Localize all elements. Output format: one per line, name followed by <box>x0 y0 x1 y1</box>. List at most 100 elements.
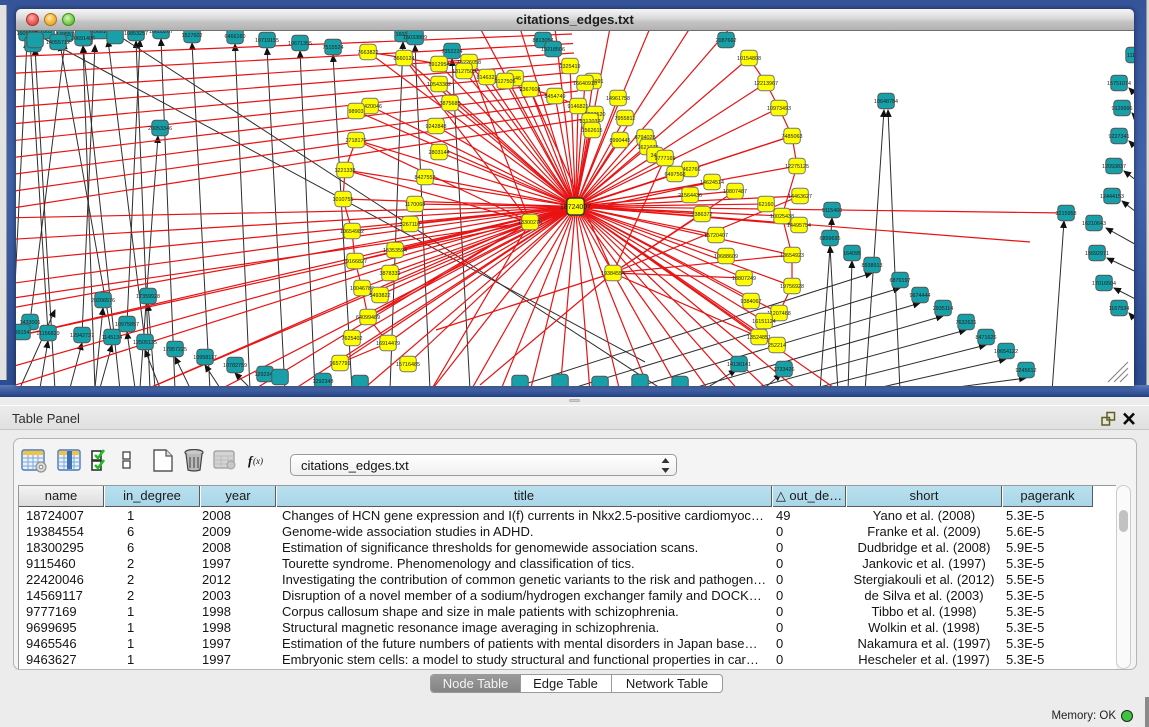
svg-text:14055712: 14055712 <box>46 40 70 46</box>
svg-text:13654923: 13654923 <box>780 253 804 259</box>
svg-text:8427552: 8427552 <box>415 175 436 181</box>
svg-text:2718170: 2718170 <box>346 138 367 144</box>
svg-text:12093837: 12093837 <box>1102 164 1126 170</box>
svg-text:10719155: 10719155 <box>255 38 279 44</box>
svg-text:12942737: 12942737 <box>70 333 94 339</box>
svg-text:17359928: 17359928 <box>136 294 160 300</box>
svg-text:99154: 99154 <box>16 330 30 336</box>
svg-text:8660124: 8660124 <box>394 56 415 62</box>
svg-text:2087662: 2087662 <box>716 38 737 44</box>
svg-text:8912954: 8912954 <box>429 62 450 68</box>
svg-text:1292348: 1292348 <box>313 379 334 385</box>
svg-text:98903: 98903 <box>349 109 364 115</box>
svg-text:3878332: 3878332 <box>380 271 401 277</box>
svg-text:19218506: 19218506 <box>541 47 565 53</box>
svg-text:10653267: 10653267 <box>149 31 173 35</box>
svg-text:17016504: 17016504 <box>1092 281 1116 287</box>
svg-text:9777169: 9777169 <box>655 156 676 162</box>
svg-text:8471626: 8471626 <box>976 335 997 341</box>
svg-text:10782759: 10782759 <box>223 363 247 369</box>
svg-text:12505135: 12505135 <box>133 340 157 346</box>
svg-text:1145134: 1145134 <box>102 335 123 341</box>
svg-text:7515524: 7515524 <box>323 45 344 51</box>
svg-text:3267110: 3267110 <box>400 222 421 228</box>
svg-text:9242848: 9242848 <box>426 124 447 130</box>
svg-text:19384554: 19384554 <box>601 271 625 277</box>
svg-text:16033809: 16033809 <box>403 35 427 41</box>
svg-text:8454749: 8454749 <box>545 94 566 100</box>
svg-text:14495754: 14495754 <box>787 223 811 229</box>
svg-text:11156829: 11156829 <box>36 331 59 337</box>
svg-text:1170068: 1170068 <box>405 202 426 208</box>
svg-text:10046786: 10046786 <box>350 286 374 292</box>
svg-text:9245612: 9245612 <box>1016 368 1037 374</box>
svg-text:11123: 11123 <box>1127 53 1134 59</box>
svg-text:9674444: 9674444 <box>910 293 931 299</box>
svg-text:12444153: 12444153 <box>1100 194 1124 200</box>
svg-text:14136141: 14136141 <box>727 362 751 368</box>
svg-text:1325419: 1325419 <box>560 64 581 70</box>
svg-text:5493822: 5493822 <box>370 293 391 299</box>
svg-text:21564436: 21564436 <box>678 193 702 199</box>
svg-text:18807249: 18807249 <box>732 276 756 282</box>
svg-text:64099489: 64099489 <box>356 315 380 321</box>
svg-text:10654122: 10654122 <box>994 349 1018 355</box>
svg-text:1562615: 1562615 <box>582 128 603 134</box>
svg-text:7352224: 7352224 <box>442 49 463 55</box>
svg-text:10154808: 10154808 <box>737 56 761 62</box>
svg-text:15692971: 15692971 <box>1085 251 1109 257</box>
svg-text:6879197: 6879197 <box>890 278 911 284</box>
svg-text:19756928: 19756928 <box>780 284 804 290</box>
svg-text:17957225: 17957225 <box>163 347 187 353</box>
svg-text:7386372: 7386372 <box>692 212 713 218</box>
svg-text:9115460: 9115460 <box>822 208 843 214</box>
svg-text:7663822: 7663822 <box>358 50 379 56</box>
svg-text:1010755: 1010755 <box>333 197 354 203</box>
svg-text:10654982: 10654982 <box>340 229 364 235</box>
svg-text:15751074: 15751074 <box>1107 81 1131 87</box>
svg-text:10807487: 10807487 <box>723 189 747 195</box>
svg-text:10688609: 10688609 <box>714 254 738 260</box>
svg-text:6466160: 6466160 <box>225 34 246 40</box>
svg-text:10025438: 10025438 <box>770 214 794 220</box>
svg-text:10853257: 10853257 <box>124 31 148 37</box>
svg-text:12213967: 12213967 <box>754 81 778 87</box>
svg-text:2935114: 2935114 <box>933 306 954 312</box>
svg-text:252214: 252214 <box>768 343 786 349</box>
svg-text:9127505: 9127505 <box>495 79 516 85</box>
svg-text:9227341: 9227341 <box>1109 134 1130 140</box>
svg-text:(x): (x) <box>253 456 263 466</box>
svg-text:16640910: 16640910 <box>573 81 597 87</box>
svg-text:7625402: 7625402 <box>342 336 363 342</box>
svg-text:10648784: 10648784 <box>874 99 898 105</box>
svg-text:14624514: 14624514 <box>700 180 724 186</box>
svg-text:12275125: 12275125 <box>785 164 809 170</box>
svg-text:9657791: 9657791 <box>330 361 351 367</box>
svg-text:9384067: 9384067 <box>741 299 762 305</box>
svg-text:9129996: 9129996 <box>1112 106 1133 112</box>
svg-text:13300275: 13300275 <box>518 220 542 226</box>
svg-text:10958117: 10958117 <box>193 355 217 361</box>
svg-text:8938913: 8938913 <box>862 263 883 269</box>
svg-text:20206576: 20206576 <box>91 298 115 304</box>
svg-text:6899695: 6899695 <box>820 236 841 242</box>
svg-text:10671355: 10671355 <box>288 41 312 47</box>
svg-text:1221338: 1221338 <box>335 168 356 174</box>
svg-text:15720407: 15720407 <box>704 233 728 239</box>
svg-text:15353594: 15353594 <box>383 248 407 254</box>
svg-text:10973493: 10973493 <box>767 106 791 112</box>
svg-text:19166827: 19166827 <box>343 259 367 265</box>
svg-text:2367608: 2367608 <box>520 87 541 93</box>
svg-text:62160: 62160 <box>759 202 774 208</box>
svg-text:10543382: 10543382 <box>427 82 451 88</box>
svg-text:13524851: 13524851 <box>747 335 771 341</box>
svg-text:7485063: 7485063 <box>782 134 803 140</box>
svg-text:1527602: 1527602 <box>182 33 203 39</box>
svg-text:2803144: 2803144 <box>429 150 450 156</box>
svg-text:164095: 164095 <box>843 251 861 257</box>
svg-text:3875685: 3875685 <box>440 101 461 107</box>
svg-text:18724007: 18724007 <box>560 204 591 211</box>
svg-text:7632621: 7632621 <box>956 320 977 326</box>
svg-text:15716485: 15716485 <box>396 362 420 368</box>
svg-text:6497568: 6497568 <box>665 172 686 178</box>
